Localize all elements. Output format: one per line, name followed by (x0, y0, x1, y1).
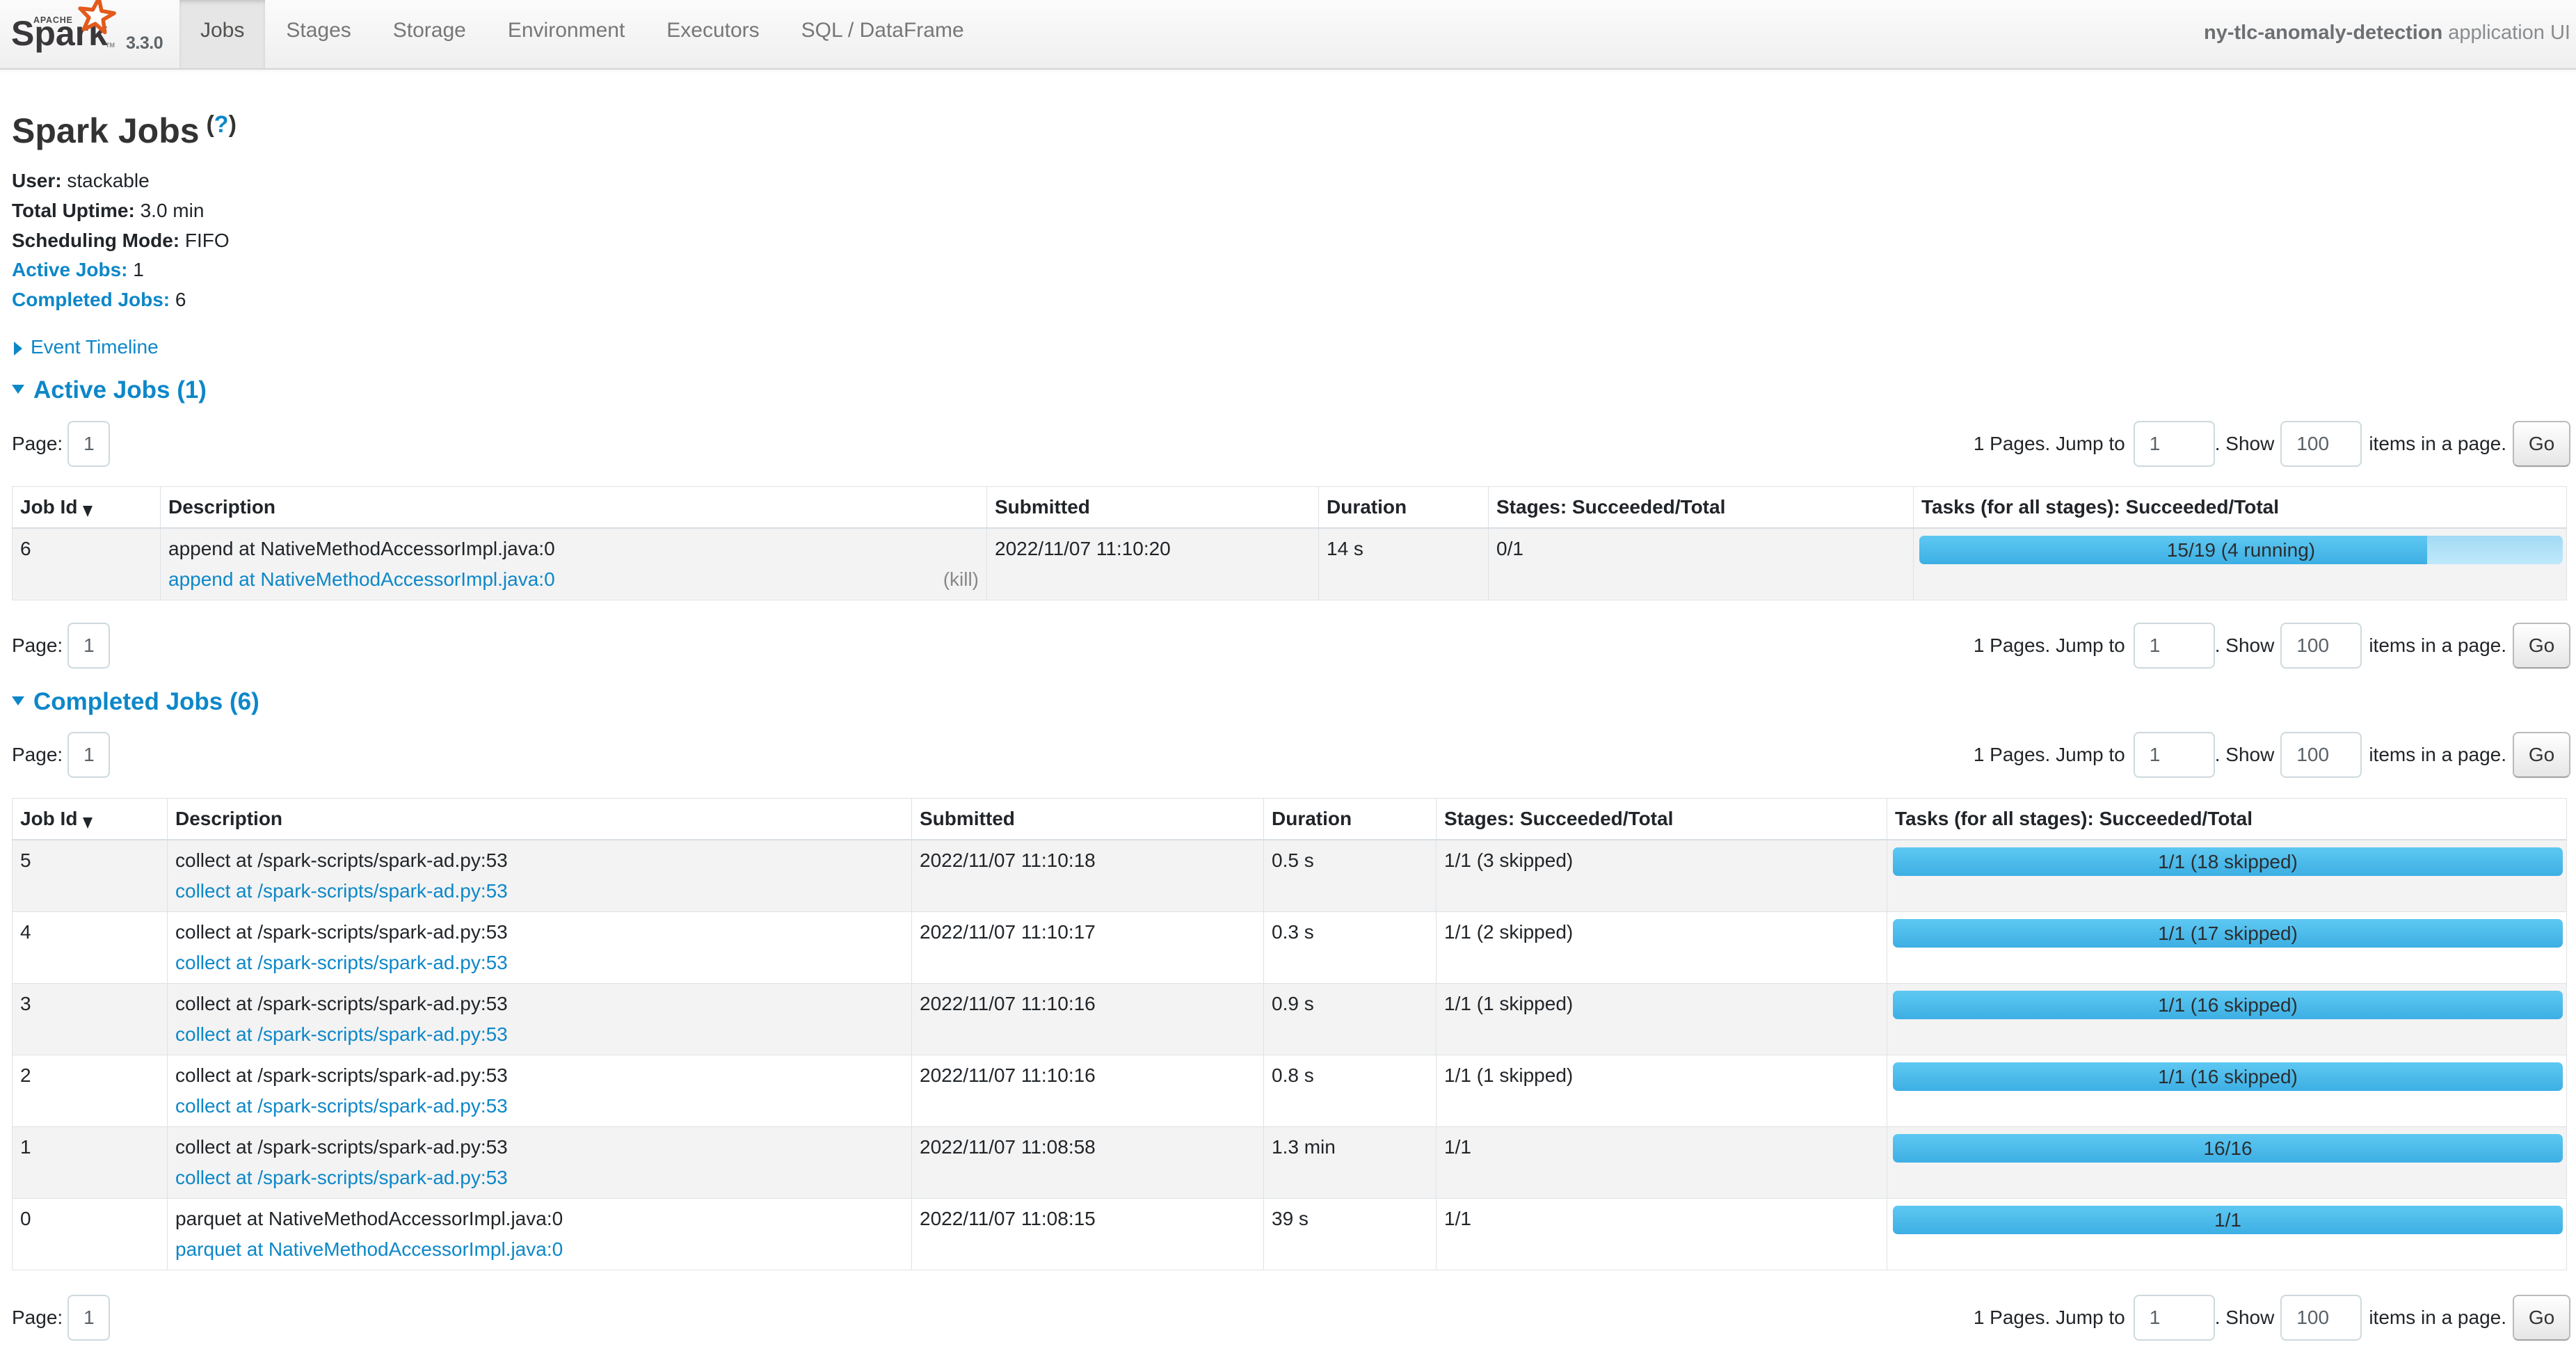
svg-text:TM: TM (106, 42, 115, 49)
